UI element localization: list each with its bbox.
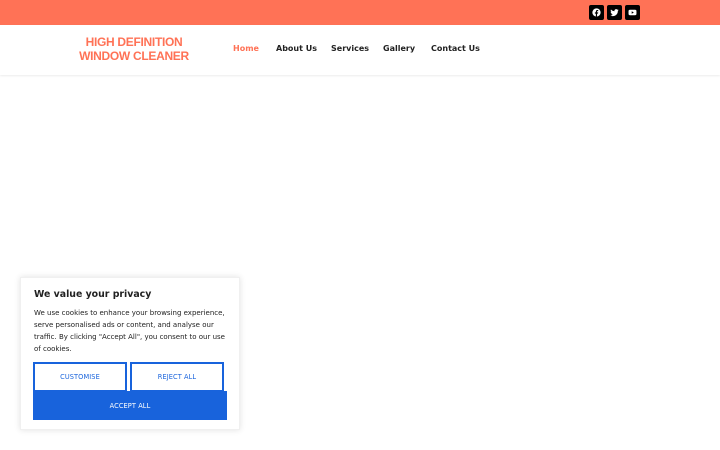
twitter-link[interactable] — [607, 5, 622, 20]
cookie-banner-description: We use cookies to enhance your browsing … — [34, 309, 225, 353]
nav-item-services[interactable]: Services — [331, 44, 369, 53]
customise-button[interactable]: CUSTOMISE — [33, 362, 127, 392]
nav-item-home[interactable]: Home — [233, 44, 259, 53]
cookie-banner-title: We value your privacy — [34, 289, 152, 300]
logo-line-1: HIGH DEFINITION — [85, 35, 183, 49]
facebook-icon — [592, 8, 601, 17]
facebook-link[interactable] — [589, 5, 604, 20]
accept-all-button[interactable]: ACCEPT ALL — [33, 391, 227, 420]
twitter-icon — [610, 9, 619, 17]
youtube-icon — [628, 9, 637, 16]
reject-all-button[interactable]: REJECT ALL — [130, 362, 224, 392]
nav-item-contact-us[interactable]: Contact Us — [431, 44, 480, 53]
cookie-consent-banner: We value your privacy We use cookies to … — [20, 277, 240, 430]
top-bar — [0, 0, 720, 25]
site-logo[interactable]: HIGH DEFINITION WINDOW CLEANER — [74, 35, 194, 63]
youtube-link[interactable] — [625, 5, 640, 20]
nav-item-about-us[interactable]: About Us — [276, 44, 317, 53]
site-header: HIGH DEFINITION WINDOW CLEANER Home Abou… — [0, 25, 720, 75]
logo-line-2: WINDOW CLEANER — [79, 49, 189, 63]
nav-item-gallery[interactable]: Gallery — [383, 44, 415, 53]
